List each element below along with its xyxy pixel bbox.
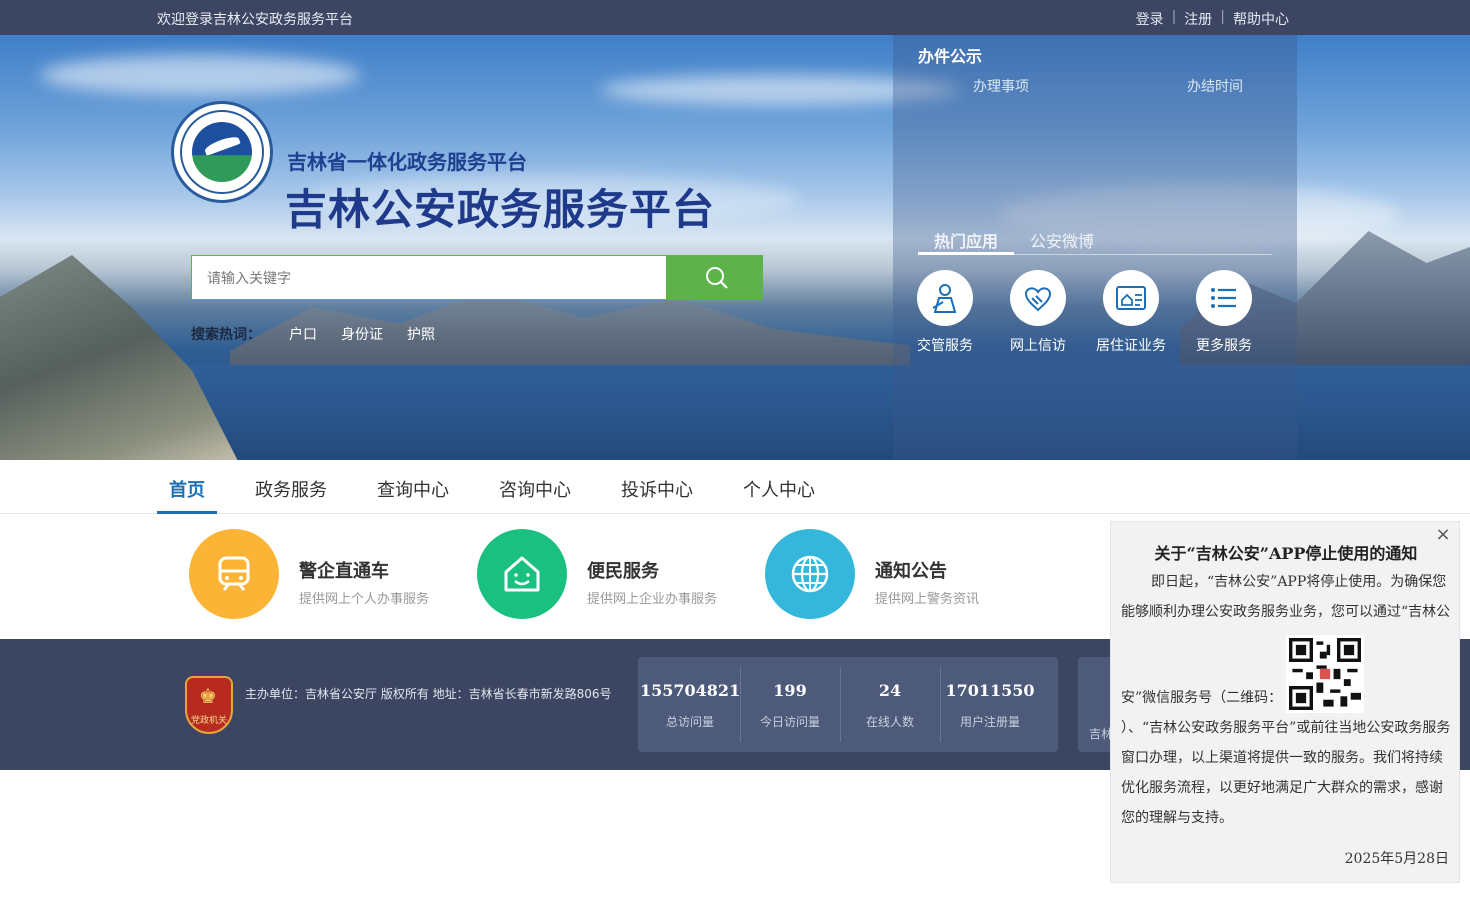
hot-word-link[interactable]: 户口	[289, 324, 317, 344]
app-label: 交管服务	[917, 338, 973, 354]
notice-paragraph: ）、“吉林公安政务服务平台”或前往当地公安政务服务窗口办理，以上渠道将提供一致的…	[1121, 720, 1451, 826]
notice-title: 关于“吉林公安”APP停止使用的通知	[1154, 544, 1418, 563]
hot-word-link[interactable]: 身份证	[341, 324, 383, 344]
login-link[interactable]: 登录	[1136, 9, 1164, 29]
footer-info: 主办单位：吉林省公安厅 版权所有 地址：吉林省长春市新发路806号	[245, 687, 612, 701]
welcome-text: 欢迎登录吉林公安政务服务平台	[157, 12, 353, 28]
stat-value: 17011550	[945, 681, 1035, 700]
help-center-link[interactable]: 帮助中心	[1233, 9, 1289, 29]
visit-statistics: 155704821 总访问量 199 今日访问量 24 在线人数 1701155…	[638, 657, 1058, 752]
nav-item-home[interactable]: 首页	[169, 476, 205, 502]
active-nav-indicator	[157, 511, 217, 514]
stat-label: 在线人数	[865, 715, 914, 729]
service-name: 警企直通车	[299, 561, 389, 582]
stat-value: 199	[773, 681, 807, 700]
service-name: 便民服务	[587, 561, 659, 582]
app-residence-permit[interactable]: 居住证业务	[1096, 270, 1166, 355]
emblem-core	[192, 122, 252, 182]
list-icon	[1211, 288, 1236, 308]
nav-item-gov-services[interactable]: 政务服务	[255, 476, 327, 502]
hot-search-words: 搜索热词： 户口 身份证 护照	[191, 324, 435, 344]
handshake-icon	[1024, 287, 1052, 312]
stat-total-visits: 155704821 总访问量	[640, 657, 740, 752]
separator: |	[1220, 9, 1225, 25]
separator: |	[1171, 9, 1177, 25]
main-navigation: 首页 政务服务 查询中心 咨询中心 投诉中心 个人中心	[0, 460, 1470, 514]
notice-qr-prefix: 安”微信服务号（二维码：	[1121, 690, 1283, 706]
tab-hot-apps[interactable]: 热门应用	[934, 228, 998, 252]
cloud	[40, 55, 360, 95]
panel-title: 办件公示	[918, 47, 983, 66]
notice-paragraph: 即日起，“吉林公安”APP将停止使用。为确保您能够顺利办理公安政务服务业务，您可…	[1121, 574, 1451, 620]
column-header-item: 办理事项	[973, 79, 1029, 95]
badge-emblem-icon: ♚	[199, 684, 217, 708]
train-icon	[218, 556, 250, 591]
notice-popup: × 关于“吉林公安”APP停止使用的通知 即日起，“吉林公安”APP将停止使用。…	[1110, 521, 1460, 883]
register-link[interactable]: 注册	[1184, 9, 1212, 29]
app-icon-circle	[1196, 270, 1252, 326]
service-icon-circle	[189, 529, 279, 619]
app-traffic-service[interactable]: 交管服务	[910, 270, 980, 355]
police-emblem-logo	[171, 101, 273, 203]
badge-text: 党政机关	[190, 716, 227, 726]
nav-item-complaint-center[interactable]: 投诉中心	[621, 476, 693, 502]
search-icon	[706, 267, 728, 289]
stat-value: 24	[878, 681, 902, 700]
app-label: 更多服务	[1196, 338, 1252, 354]
announcement-panel: 办件公示 办理事项 办结时间 热门应用 公安微博 交管服务 网上信访 居住证业务…	[893, 35, 1297, 460]
house-card-icon	[1116, 286, 1146, 310]
party-government-badge[interactable]: ♚ 党政机关	[185, 676, 233, 734]
platform-subtitle: 吉林省一体化政务服务平台	[287, 150, 527, 174]
top-links: 登录 | 注册 | 帮助中心	[1136, 9, 1289, 29]
stat-value: 155704821	[640, 681, 741, 700]
stat-label: 总访问量	[665, 715, 714, 729]
hot-word-link[interactable]: 护照	[407, 324, 435, 344]
traffic-police-icon	[932, 284, 957, 313]
app-online-petition[interactable]: 网上信访	[1003, 270, 1073, 355]
service-description: 提供网上个人办事服务	[299, 592, 430, 607]
notice-date: 2025年5月28日	[1344, 851, 1449, 867]
stat-registered-users: 17011550 用户注册量	[940, 657, 1040, 752]
panel-tabs: 热门应用 公安微博	[918, 225, 1272, 255]
search-button[interactable]	[667, 255, 763, 300]
app-icon-circle	[917, 270, 973, 326]
app-icon-circle	[1103, 270, 1159, 326]
service-name: 通知公告	[875, 561, 947, 582]
stat-label: 今日访问量	[759, 715, 820, 729]
nav-item-consult-center[interactable]: 咨询中心	[499, 476, 571, 502]
service-description: 提供网上警务资讯	[875, 592, 980, 607]
stat-online-users: 24 在线人数	[840, 657, 940, 752]
globe-icon	[791, 555, 829, 593]
notice-qr-line: 安”微信服务号（二维码：	[1121, 627, 1453, 713]
service-icon-circle	[765, 529, 855, 619]
notice-body: 即日起，“吉林公安”APP将停止使用。为确保您能够顺利办理公安政务服务业务，您可…	[1121, 567, 1453, 833]
service-description: 提供网上企业办事服务	[587, 592, 718, 607]
app-more-services[interactable]: 更多服务	[1189, 270, 1259, 355]
stat-today-visits: 199 今日访问量	[740, 657, 840, 752]
stat-label: 用户注册量	[959, 715, 1020, 729]
search-input[interactable]	[191, 255, 667, 300]
active-tab-indicator	[918, 252, 1014, 255]
app-label: 居住证业务	[1096, 338, 1166, 354]
app-icon-circle	[1010, 270, 1066, 326]
nav-item-query-center[interactable]: 查询中心	[377, 476, 449, 502]
hot-words-label: 搜索热词：	[191, 327, 261, 343]
service-icon-circle	[477, 529, 567, 619]
platform-title: 吉林公安政务服务平台	[285, 185, 716, 234]
tab-police-weibo[interactable]: 公安微博	[1030, 228, 1094, 252]
top-bar: 欢迎登录吉林公安政务服务平台 登录 | 注册 | 帮助中心	[0, 0, 1470, 35]
qr-code-icon	[1286, 635, 1364, 713]
nav-item-personal-center[interactable]: 个人中心	[743, 476, 815, 502]
app-label: 网上信访	[1010, 338, 1066, 354]
column-header-time: 办结时间	[1187, 79, 1243, 95]
smile-house-icon	[504, 556, 540, 592]
